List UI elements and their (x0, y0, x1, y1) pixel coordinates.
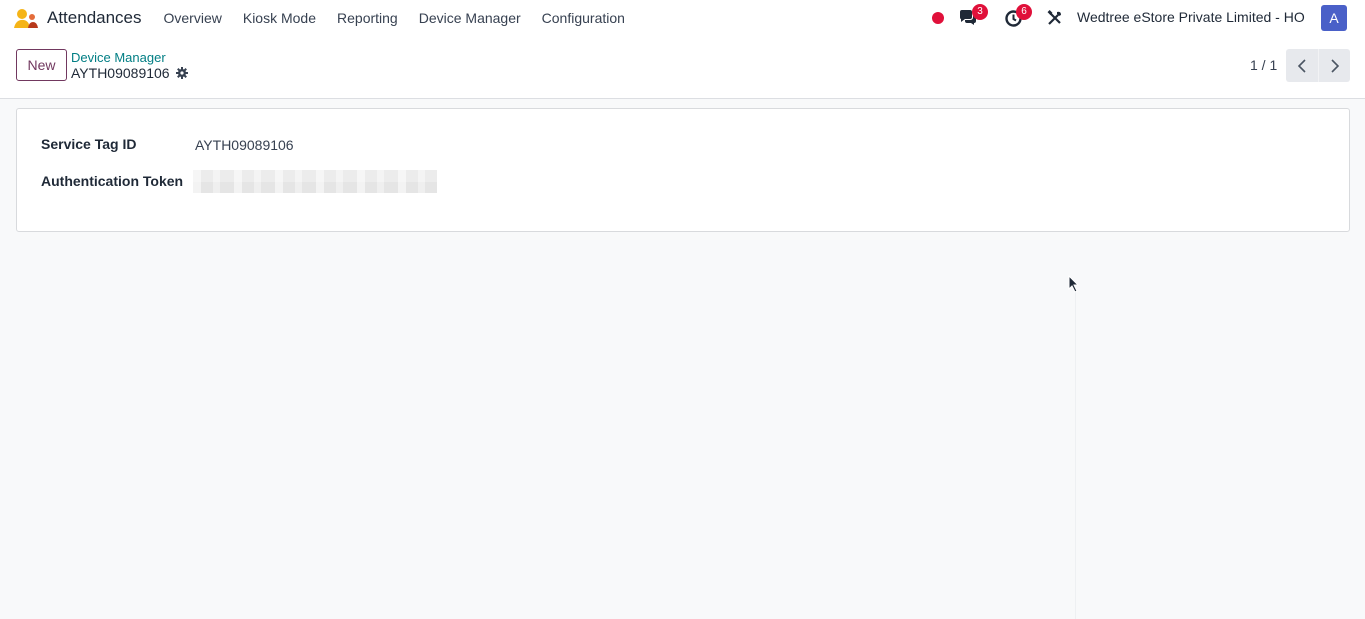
gear-icon[interactable] (176, 67, 188, 79)
tools-icon (1047, 10, 1061, 25)
menu-item-configuration[interactable]: Configuration (531, 0, 635, 36)
control-panel: New Device Manager AYTH09089106 1 / 1 (0, 36, 1365, 99)
messages-menu[interactable]: 3 (958, 4, 988, 27)
service-tag-label: Service Tag ID (41, 136, 137, 152)
chevron-right-icon (1330, 58, 1339, 73)
recording-indicator[interactable] (932, 12, 944, 24)
pager-next-button[interactable] (1318, 49, 1350, 82)
messages-badge: 3 (972, 4, 988, 20)
pager-previous-button[interactable] (1286, 49, 1318, 82)
top-navbar: Attendances Overview Kiosk Mode Reportin… (0, 0, 1365, 36)
activities-menu[interactable]: 6 (1005, 4, 1032, 28)
activities-badge: 6 (1016, 4, 1032, 20)
form-sheet: Service Tag ID AYTH09089106 Authenticati… (16, 108, 1350, 232)
app-name[interactable]: Attendances (47, 8, 142, 28)
auth-token-label: Authentication Token (41, 173, 184, 189)
menu-item-device-manager[interactable]: Device Manager (408, 0, 531, 36)
service-tag-value[interactable]: AYTH09089106 (195, 137, 294, 153)
attendances-logo-icon[interactable] (14, 8, 38, 28)
debug-tools-menu[interactable] (1047, 10, 1063, 26)
content-divider (1075, 290, 1076, 619)
new-button[interactable]: New (16, 49, 67, 81)
menu-item-kiosk-mode[interactable]: Kiosk Mode (232, 0, 326, 36)
company-switcher[interactable]: Wedtree eStore Private Limited - HO (1077, 9, 1305, 25)
auth-token-value-redacted[interactable] (193, 170, 437, 193)
breadcrumb-device-manager[interactable]: Device Manager (71, 50, 166, 65)
user-avatar[interactable]: A (1321, 5, 1347, 31)
chevron-left-icon (1297, 58, 1306, 73)
pager-value[interactable]: 1 / 1 (1250, 57, 1277, 73)
record-title: AYTH09089106 (71, 65, 170, 81)
main-menu: Overview Kiosk Mode Reporting Device Man… (153, 0, 635, 36)
menu-item-reporting[interactable]: Reporting (327, 0, 409, 36)
menu-item-overview[interactable]: Overview (153, 0, 232, 36)
mouse-cursor-icon (1068, 275, 1080, 293)
